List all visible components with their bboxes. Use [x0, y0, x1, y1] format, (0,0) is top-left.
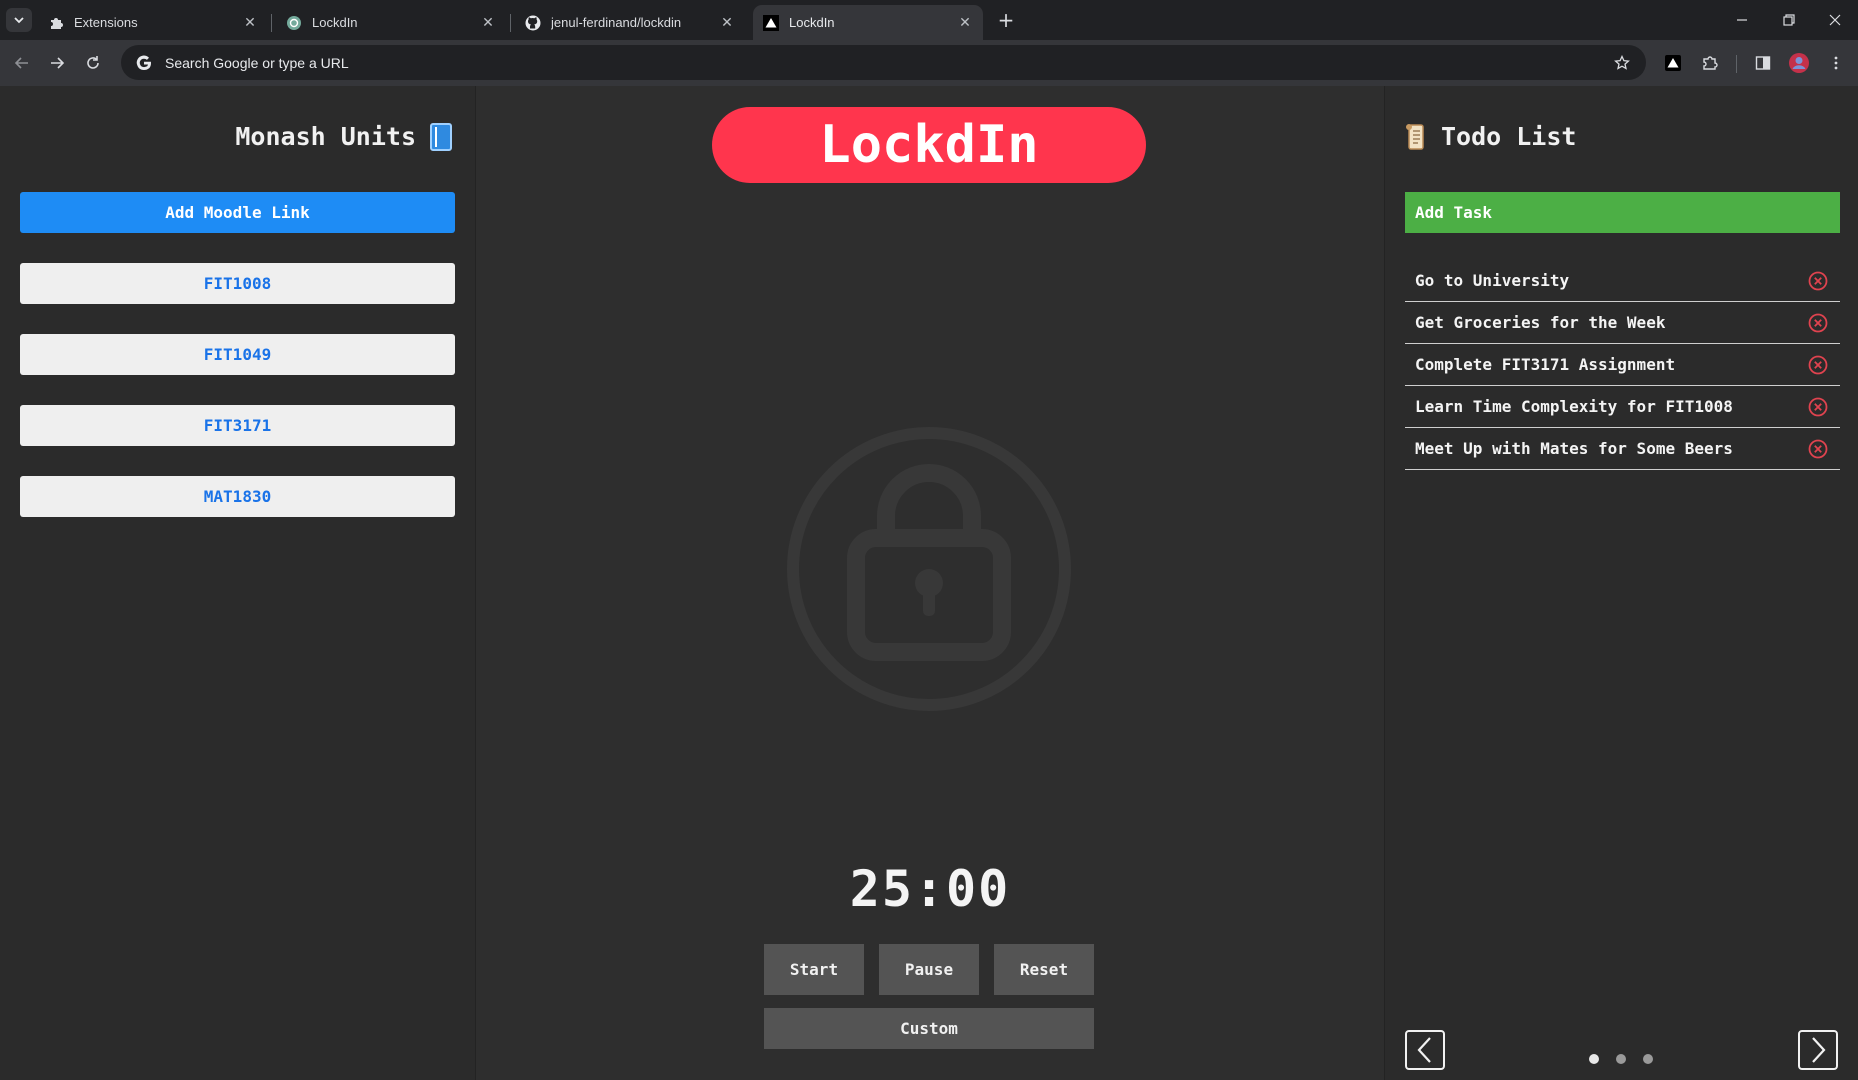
page-dot-2[interactable]	[1616, 1054, 1626, 1064]
todo-list: Go to University Get Groceries for the W…	[1405, 260, 1840, 470]
arrow-right-icon	[51, 57, 65, 69]
todo-item[interactable]: Learn Time Complexity for FIT1008	[1405, 386, 1840, 428]
restore-button[interactable]	[1771, 0, 1807, 40]
todo-item-text: Get Groceries for the Week	[1415, 313, 1666, 332]
page-dot-3[interactable]	[1643, 1054, 1653, 1064]
extension-triangle-button[interactable]	[1661, 51, 1685, 75]
add-task-button[interactable]: Add Task	[1405, 192, 1840, 233]
todo-title: Todo List	[1441, 122, 1577, 151]
tab-separator	[510, 14, 511, 32]
chevron-down-icon	[14, 17, 24, 24]
reload-icon	[87, 56, 99, 69]
reload-button[interactable]	[81, 51, 105, 75]
browser-toolbar: Search Google or type a URL	[0, 40, 1858, 86]
close-icon[interactable]: ✕	[957, 14, 973, 31]
todo-item-text: Meet Up with Mates for Some Beers	[1415, 439, 1733, 458]
units-panel: Monash Units Add Moodle Link FIT1008 FIT…	[0, 86, 476, 1080]
todo-item[interactable]: Get Groceries for the Week	[1405, 302, 1840, 344]
unit-button-fit1049[interactable]: FIT1049	[20, 334, 455, 375]
add-moodle-link-button[interactable]: Add Moodle Link	[20, 192, 455, 233]
tab-search-button[interactable]	[6, 8, 32, 32]
address-bar[interactable]: Search Google or type a URL	[121, 45, 1646, 80]
google-icon	[135, 54, 153, 72]
focus-timer-area: LockdIn 25:00 Start Pause Reset Custom	[476, 86, 1384, 1080]
toolbar-separator	[1736, 55, 1737, 73]
units-heading: Monash Units	[20, 122, 452, 151]
delete-circle-x-icon[interactable]	[1808, 271, 1828, 291]
units-title: Monash Units	[235, 122, 416, 151]
browser-menu-button[interactable]	[1824, 51, 1848, 75]
arrow-left-icon	[14, 57, 28, 69]
todo-item[interactable]: Complete FIT3171 Assignment	[1405, 344, 1840, 386]
window-close-button[interactable]	[1817, 0, 1853, 40]
pause-button[interactable]: Pause	[879, 944, 979, 995]
lockdin-logo: LockdIn	[712, 107, 1146, 183]
triangle-icon	[763, 14, 779, 31]
side-panel-button[interactable]	[1751, 51, 1775, 75]
minimize-button[interactable]	[1724, 0, 1760, 40]
puzzle-icon	[1703, 56, 1718, 70]
unit-button-fit3171[interactable]: FIT3171	[20, 405, 455, 446]
unit-button-fit1008[interactable]: FIT1008	[20, 263, 455, 304]
tab-separator	[271, 14, 272, 32]
unit-button-mat1830[interactable]: MAT1830	[20, 476, 455, 517]
tab-title: LockdIn	[312, 15, 358, 30]
address-placeholder: Search Google or type a URL	[165, 54, 349, 71]
todo-item[interactable]: Go to University	[1405, 260, 1840, 302]
chevron-left-icon	[1417, 1037, 1431, 1063]
tab-lockdin-active[interactable]: LockdIn ✕	[753, 5, 983, 40]
kebab-menu-icon	[1834, 56, 1838, 70]
reset-button[interactable]: Reset	[994, 944, 1094, 995]
star-icon[interactable]	[1612, 53, 1632, 73]
todo-item-text: Go to University	[1415, 271, 1570, 290]
next-page-button[interactable]	[1798, 1030, 1838, 1070]
github-icon	[525, 15, 541, 31]
close-icon[interactable]: ✕	[719, 14, 735, 31]
todo-item-text: Learn Time Complexity for FIT1008	[1415, 397, 1733, 416]
close-icon[interactable]: ✕	[242, 14, 258, 31]
extensions-button[interactable]	[1698, 51, 1722, 75]
lockdin-page: Monash Units Add Moodle Link FIT1008 FIT…	[0, 86, 1858, 1080]
todo-item-text: Complete FIT3171 Assignment	[1415, 355, 1676, 374]
previous-page-button[interactable]	[1405, 1030, 1445, 1070]
todo-panel: Todo List Add Task Go to University Get …	[1384, 86, 1858, 1080]
chatgpt-icon	[286, 15, 302, 31]
puzzle-icon	[48, 15, 64, 31]
restore-icon	[1783, 14, 1795, 26]
close-icon[interactable]: ✕	[480, 14, 496, 31]
custom-timer-button[interactable]: Custom	[764, 1008, 1094, 1049]
tab-lockdin-chat[interactable]: LockdIn ✕	[276, 5, 506, 40]
timer-display: 25:00	[849, 860, 1011, 918]
profile-button[interactable]	[1787, 51, 1811, 75]
delete-circle-x-icon[interactable]	[1808, 397, 1828, 417]
close-icon	[1829, 14, 1841, 26]
lock-icon	[787, 427, 1071, 711]
triangle-icon	[1665, 55, 1681, 71]
blue-book-icon	[430, 122, 452, 151]
side-panel-icon	[1755, 56, 1771, 70]
start-button[interactable]: Start	[764, 944, 864, 995]
delete-circle-x-icon[interactable]	[1808, 313, 1828, 333]
avatar-icon	[1789, 53, 1809, 73]
tab-title: Extensions	[74, 15, 138, 30]
tab-title: LockdIn	[789, 15, 835, 30]
new-tab-button[interactable]: +	[994, 8, 1018, 32]
page-dot-1[interactable]	[1589, 1054, 1599, 1064]
chevron-right-icon	[1812, 1037, 1826, 1063]
tab-github-repo[interactable]: jenul-ferdinand/lockdin ✕	[515, 5, 745, 40]
delete-circle-x-icon[interactable]	[1808, 439, 1828, 459]
minimize-icon	[1737, 19, 1747, 21]
todo-heading: Todo List	[1405, 122, 1576, 151]
scroll-icon	[1406, 123, 1424, 150]
tab-extensions[interactable]: Extensions ✕	[38, 5, 268, 40]
back-button[interactable]	[10, 51, 34, 75]
forward-button[interactable]	[45, 51, 69, 75]
delete-circle-x-icon[interactable]	[1808, 355, 1828, 375]
tab-title: jenul-ferdinand/lockdin	[551, 15, 682, 30]
tab-strip: Extensions ✕ LockdIn ✕ jenul-ferdinand/l…	[0, 0, 1858, 40]
todo-item[interactable]: Meet Up with Mates for Some Beers	[1405, 428, 1840, 470]
